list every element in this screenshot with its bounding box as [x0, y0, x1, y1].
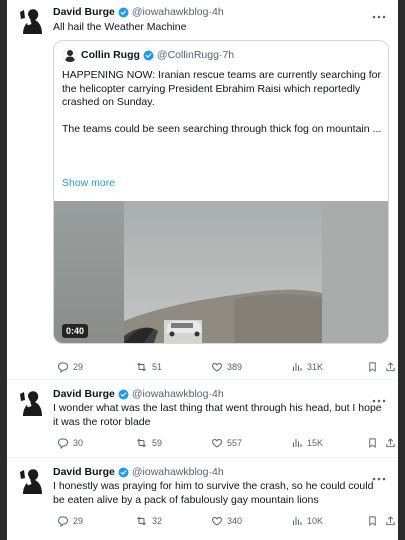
repost-button[interactable]: 51	[135, 359, 162, 375]
quote-display-name[interactable]: Collin Rugg	[81, 49, 140, 61]
timestamp[interactable]: 4h	[212, 466, 224, 478]
handle[interactable]: @iowahawkblog	[132, 466, 209, 478]
quote-text-paragraph: The teams could be seen searching throug…	[62, 122, 382, 135]
tweet-actions: 29 32 340 10K	[53, 513, 395, 529]
views-count: 15K	[307, 438, 324, 448]
bookmark-icon	[369, 438, 376, 449]
views-count: 10K	[307, 516, 324, 526]
like-icon	[212, 516, 222, 526]
reply-count: 29	[73, 362, 84, 372]
timeline: David Burge @iowahawkblog · 4h All hail …	[7, 0, 398, 540]
divider	[7, 457, 398, 458]
verified-badge-icon	[118, 389, 129, 400]
like-count: 389	[227, 362, 243, 372]
verified-badge-icon	[118, 7, 129, 18]
views-button[interactable]: 31K	[291, 359, 323, 375]
views-icon	[293, 439, 302, 447]
divider	[7, 379, 398, 380]
tweet-header: David Burge @iowahawkblog · 4h	[53, 386, 224, 402]
like-icon	[212, 438, 222, 448]
bookmark-button[interactable]	[367, 435, 378, 451]
tweet-header: David Burge @iowahawkblog · 4h	[53, 464, 224, 480]
share-button[interactable]	[385, 359, 396, 375]
reply-count: 30	[73, 438, 84, 448]
show-more-link[interactable]: Show more	[62, 177, 115, 189]
quote-timestamp[interactable]: 7h	[222, 49, 234, 61]
tweet-actions: 30 59 557 15K	[53, 435, 395, 451]
video-thumbnail	[54, 201, 388, 343]
reply-icon	[57, 438, 69, 449]
tweet-text: All hail the Weather Machine	[53, 21, 187, 33]
like-button[interactable]: 389	[211, 359, 242, 375]
repost-count: 59	[152, 438, 163, 448]
repost-icon	[137, 516, 146, 526]
reply-button[interactable]: 30	[57, 435, 83, 451]
share-button[interactable]	[385, 513, 396, 529]
share-icon	[386, 438, 395, 448]
quote-text: HAPPENING NOW: Iranian rescue teams are …	[62, 69, 382, 136]
verified-badge-icon	[118, 467, 129, 478]
reply-icon	[57, 362, 69, 373]
display-name[interactable]: David Burge	[53, 6, 115, 18]
views-button[interactable]: 10K	[291, 513, 323, 529]
quote-header: Collin Rugg @CollinRugg · 7h	[81, 47, 234, 63]
quote-handle[interactable]: @CollinRugg	[157, 49, 219, 61]
avatar[interactable]	[15, 386, 49, 420]
bookmark-icon	[369, 362, 376, 373]
like-icon	[212, 362, 222, 372]
reply-button[interactable]: 29	[57, 359, 83, 375]
tweet[interactable]: David Burge @iowahawkblog · 4h All hail …	[7, 0, 398, 378]
tweet-actions: 29 51 389 31K	[53, 359, 395, 375]
repost-button[interactable]: 32	[135, 513, 162, 529]
tweet[interactable]: David Burge @iowahawkblog · 4h I wonder …	[7, 384, 398, 456]
timestamp[interactable]: 4h	[212, 388, 224, 400]
tweet-text: I honestly was praying for him to surviv…	[53, 480, 374, 506]
repost-count: 32	[152, 516, 163, 526]
avatar[interactable]	[15, 4, 49, 38]
repost-icon	[137, 438, 146, 448]
repost-icon	[137, 362, 146, 372]
display-name[interactable]: David Burge	[53, 466, 115, 478]
more-icon[interactable]	[372, 468, 386, 481]
bookmark-button[interactable]	[367, 359, 378, 375]
like-count: 340	[227, 516, 243, 526]
quote-tweet[interactable]: Collin Rugg @CollinRugg · 7h HAPPENING N…	[53, 40, 389, 344]
tweet-text: I wonder what was the last thing that we…	[53, 402, 382, 428]
repost-button[interactable]: 59	[135, 435, 162, 451]
timestamp[interactable]: 4h	[212, 6, 224, 18]
quote-avatar[interactable]	[63, 48, 77, 62]
bookmark-button[interactable]	[367, 513, 378, 529]
share-icon	[386, 362, 395, 372]
share-icon	[386, 516, 395, 526]
tweet[interactable]: David Burge @iowahawkblog · 4h I honestl…	[7, 462, 398, 537]
tweet-header: David Burge @iowahawkblog · 4h	[53, 4, 224, 20]
like-button[interactable]: 340	[211, 513, 242, 529]
reply-icon	[57, 516, 69, 527]
share-button[interactable]	[385, 435, 396, 451]
quote-text-paragraph: HAPPENING NOW: Iranian rescue teams are …	[62, 69, 382, 108]
video-player[interactable]: 0:40	[54, 201, 388, 343]
handle[interactable]: @iowahawkblog	[132, 6, 209, 18]
avatar[interactable]	[15, 464, 49, 498]
display-name[interactable]: David Burge	[53, 388, 115, 400]
views-icon	[293, 517, 302, 525]
reply-button[interactable]: 29	[57, 513, 83, 529]
views-count: 31K	[307, 362, 324, 372]
views-icon	[293, 363, 302, 371]
more-icon[interactable]	[372, 6, 386, 19]
views-button[interactable]: 15K	[291, 435, 323, 451]
video-duration: 0:40	[62, 324, 89, 338]
like-count: 557	[227, 438, 243, 448]
bookmark-icon	[369, 516, 376, 527]
more-icon[interactable]	[372, 390, 386, 403]
repost-count: 51	[152, 362, 163, 372]
handle[interactable]: @iowahawkblog	[132, 388, 209, 400]
verified-badge-icon	[143, 50, 154, 61]
reply-count: 29	[73, 516, 84, 526]
like-button[interactable]: 557	[211, 435, 242, 451]
